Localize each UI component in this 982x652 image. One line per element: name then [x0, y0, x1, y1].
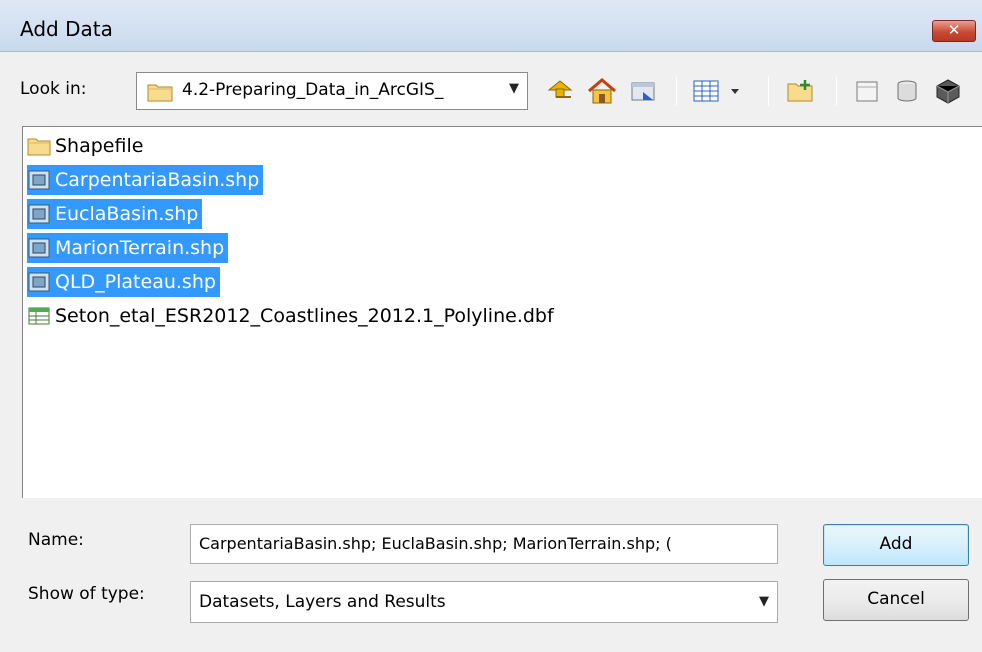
list-item-shapefile[interactable]: MarionTerrain.shp [27, 233, 229, 263]
home-button[interactable] [582, 74, 622, 108]
cancel-button[interactable]: Cancel [823, 579, 969, 621]
list-item-label: MarionTerrain.shp [55, 237, 225, 259]
new-shapefile-icon [897, 80, 917, 102]
toolbar-separator [768, 76, 769, 106]
shapefile-icon [28, 238, 50, 258]
list-item-shapefile[interactable]: QLD_Plateau.shp [27, 267, 220, 297]
close-button[interactable]: ✕ [932, 20, 976, 42]
new-folder-icon [787, 80, 813, 102]
title-bar[interactable]: Add Data ✕ [0, 0, 982, 52]
folder-icon [147, 84, 173, 102]
up-one-level-button[interactable] [540, 74, 580, 108]
list-item-table[interactable]: Seton_etal_ESR2012_Coastlines_2012.1_Pol… [27, 301, 558, 331]
toolbar-separator [836, 76, 837, 106]
look-in-value: 4.2-Preparing_Data_in_ArcGIS_ [182, 80, 444, 100]
shapefile-icon [28, 170, 50, 190]
look-in-label: Look in: [20, 79, 87, 99]
dialog-title: Add Data [20, 17, 113, 41]
list-item-folder[interactable]: Shapefile [27, 131, 147, 161]
list-item-shapefile[interactable]: EuclaBasin.shp [27, 199, 203, 229]
chevron-down-icon: ▼ [509, 81, 519, 96]
show-of-type-label: Show of type: [28, 584, 145, 604]
connect-folder-button[interactable] [624, 74, 664, 108]
list-item-label: Shapefile [55, 135, 144, 157]
new-shapefile-button[interactable] [888, 74, 926, 108]
new-geodatabase-button[interactable] [848, 74, 886, 108]
list-item-label: EuclaBasin.shp [55, 203, 199, 225]
name-label: Name: [28, 530, 84, 550]
list-item-label: CarpentariaBasin.shp [55, 169, 260, 191]
add-data-dialog: Add Data ✕ Look in: 4.2-Preparing_Data_i… [0, 0, 982, 652]
list-item-label: Seton_etal_ESR2012_Coastlines_2012.1_Pol… [55, 305, 554, 327]
new-feature-class-button[interactable] [928, 74, 968, 108]
list-item-shapefile[interactable]: CarpentariaBasin.shp [27, 165, 264, 195]
new-geodatabase-icon [856, 81, 878, 102]
connect-folder-icon [631, 82, 655, 101]
list-item-label: QLD_Plateau.shp [55, 271, 216, 293]
toolbar-separator [676, 76, 677, 106]
view-options-icon [693, 80, 739, 102]
show-of-type-dropdown[interactable]: Datasets, Layers and Results ▼ [190, 581, 778, 623]
folder-icon [27, 138, 51, 156]
new-folder-button[interactable] [780, 74, 822, 108]
file-list[interactable]: Shapefile CarpentariaBasin.shp EuclaBasi… [22, 126, 982, 498]
shapefile-icon [28, 272, 50, 292]
up-one-level-icon [547, 80, 573, 98]
home-icon [588, 78, 616, 104]
close-icon: ✕ [947, 21, 961, 39]
show-of-type-value: Datasets, Layers and Results [199, 592, 446, 612]
new-feature-class-icon [936, 79, 960, 104]
look-in-dropdown[interactable]: 4.2-Preparing_Data_in_ArcGIS_ ▼ [136, 72, 528, 110]
view-options-button[interactable] [690, 74, 748, 108]
name-field[interactable]: CarpentariaBasin.shp; EuclaBasin.shp; Ma… [190, 524, 778, 564]
chevron-down-icon: ▼ [759, 594, 769, 609]
add-button[interactable]: Add [823, 524, 969, 566]
shapefile-icon [28, 204, 50, 224]
table-icon [28, 307, 50, 325]
